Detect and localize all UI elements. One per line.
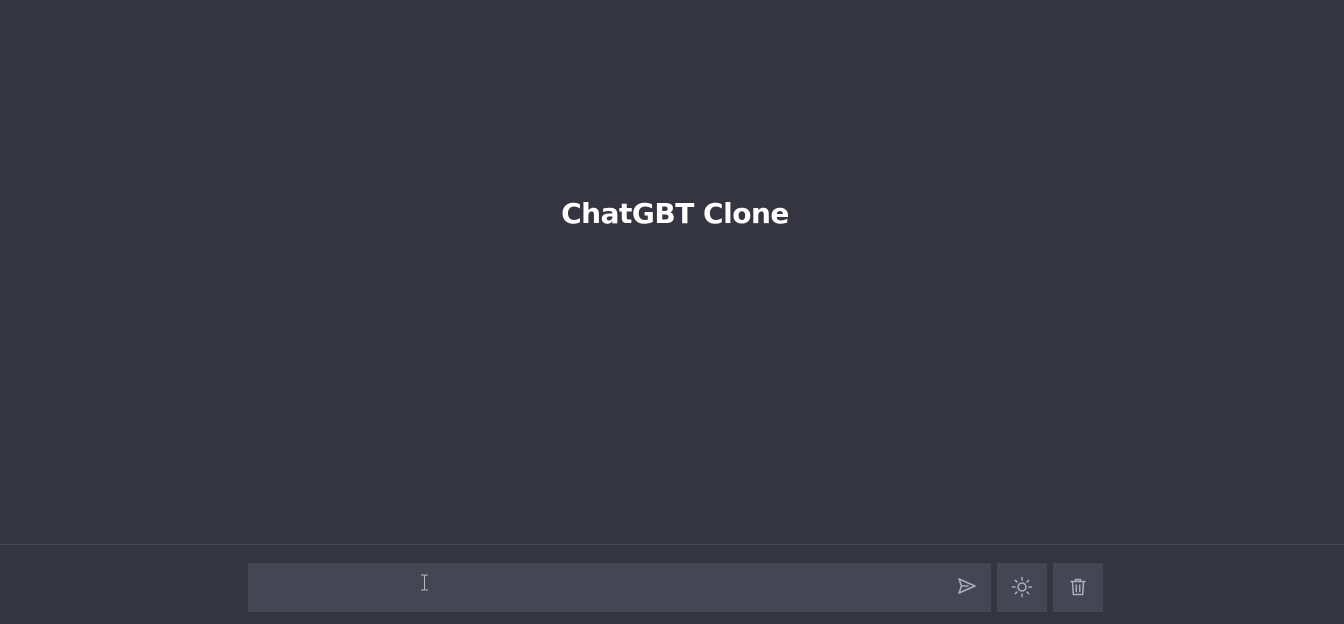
- theme-toggle-button[interactable]: [997, 563, 1047, 612]
- chat-container: ChatGBT Clone: [0, 0, 1344, 544]
- text-cursor-icon: [420, 574, 429, 591]
- sun-icon: [1011, 576, 1033, 598]
- send-button[interactable]: [955, 574, 979, 598]
- typing-content: [248, 563, 991, 612]
- typing-container: [0, 544, 1344, 624]
- page-title: ChatGBT Clone: [561, 197, 789, 230]
- delete-chats-button[interactable]: [1053, 563, 1103, 612]
- send-icon: [958, 578, 976, 594]
- trash-icon: [1070, 578, 1086, 596]
- app-window: ChatGBT Clone: [0, 0, 1344, 624]
- chat-input[interactable]: [248, 563, 938, 612]
